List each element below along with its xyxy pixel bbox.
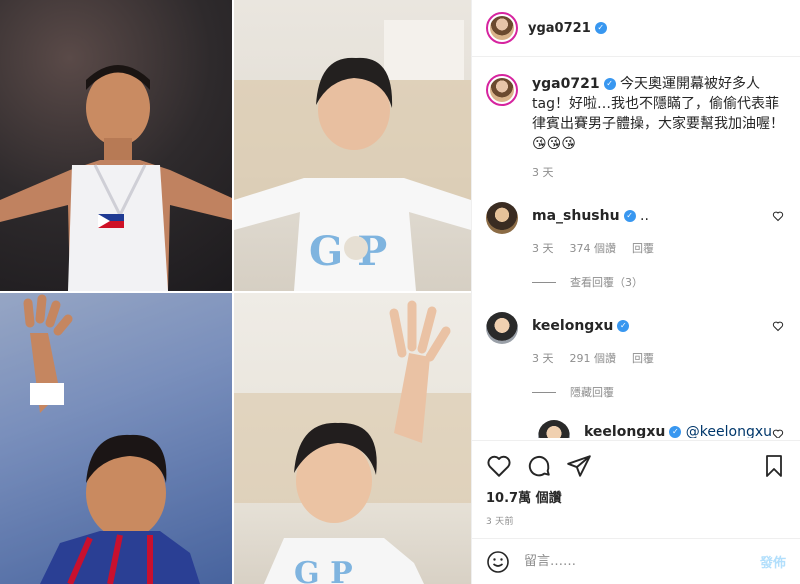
emoji-icon[interactable]: [486, 550, 510, 574]
avatar[interactable]: [486, 12, 518, 44]
like-count[interactable]: 10.7萬 個讚: [486, 487, 786, 506]
verified-icon: ✓: [603, 78, 616, 90]
reply-like-heart-icon[interactable]: [772, 428, 784, 438]
reply-button[interactable]: 回覆: [632, 350, 654, 366]
photo-man-waving: G P: [234, 293, 471, 584]
hide-replies-toggle[interactable]: 隱藏回覆: [532, 384, 786, 400]
post-header: yga0721 ✓: [472, 0, 800, 57]
post-side-panel: yga0721 ✓ yga0721 ✓ 今天奧運開幕被好多人tag！好啦…我也不隱瞞…: [471, 0, 800, 584]
caption-username[interactable]: yga0721: [532, 76, 600, 92]
comment-likes[interactable]: 291 個讚: [570, 350, 617, 366]
comment-like-heart-icon[interactable]: [772, 210, 784, 222]
comment-composer: 發佈: [472, 538, 800, 584]
reply-mention[interactable]: @keelongxu: [686, 424, 772, 438]
comment-username[interactable]: ma_shushu: [532, 208, 620, 224]
comment-likes[interactable]: 374 個讚: [570, 240, 617, 256]
comment-bubble-icon[interactable]: [526, 453, 552, 479]
photo-gymnast-waving: [0, 293, 232, 584]
verified-icon: ✓: [623, 210, 636, 222]
reply-button[interactable]: 回覆: [632, 240, 654, 256]
share-plane-icon[interactable]: [566, 453, 592, 479]
photo-man-arms-out: G P: [234, 0, 471, 291]
verified-icon: ✓: [669, 426, 682, 438]
post-time[interactable]: 3 天前: [486, 514, 786, 527]
comment-input[interactable]: [524, 554, 760, 569]
verified-icon: ✓: [594, 22, 607, 34]
comment-like-heart-icon[interactable]: [772, 320, 784, 332]
comment-avatar[interactable]: [486, 312, 518, 344]
comment-username[interactable]: keelongxu: [532, 318, 613, 334]
bookmark-icon[interactable]: [762, 453, 786, 479]
post-actions: 10.7萬 個讚 3 天前: [472, 440, 800, 527]
caption-avatar[interactable]: [486, 74, 518, 106]
comment-avatar[interactable]: [486, 202, 518, 234]
reply-username[interactable]: keelongxu: [584, 424, 665, 438]
comment-time[interactable]: 3 天: [532, 240, 554, 256]
like-heart-icon[interactable]: [486, 453, 512, 479]
post-comment-button[interactable]: 發佈: [760, 552, 786, 571]
comment-time[interactable]: 3 天: [532, 350, 554, 366]
caption: yga0721 ✓ 今天奧運開幕被好多人tag！好啦…我也不隱瞞了，偷偷代表菲律賓…: [486, 74, 786, 180]
reply-avatar[interactable]: [538, 420, 570, 438]
svg-text:G P: G P: [294, 556, 353, 584]
photo-gymnast-arms-out: [0, 0, 232, 291]
reply-item: keelongxu ✓ @keelongxu: [538, 420, 786, 438]
comment-item: ma_shushu ✓ .. 3 天 374 個讚 回覆 查看回覆（3）: [486, 202, 786, 290]
comment-item: keelongxu ✓ 3 天 291 個讚 回覆 隱藏回覆: [486, 312, 786, 400]
comment-text: ..: [640, 208, 649, 224]
caption-time[interactable]: 3 天: [532, 164, 554, 180]
verified-icon: ✓: [617, 320, 630, 332]
comment-list[interactable]: yga0721 ✓ 今天奧運開幕被好多人tag！好啦…我也不隱瞞了，偷偷代表菲律賓…: [472, 58, 800, 438]
post-image[interactable]: G P G P: [0, 0, 471, 584]
instagram-post: G P G P yga0721 ✓ yga0721 ✓ 今天奧運開幕被好多人ta…: [0, 0, 800, 584]
author-username[interactable]: yga0721 ✓: [528, 21, 607, 36]
view-replies-toggle[interactable]: 查看回覆（3）: [532, 274, 786, 290]
